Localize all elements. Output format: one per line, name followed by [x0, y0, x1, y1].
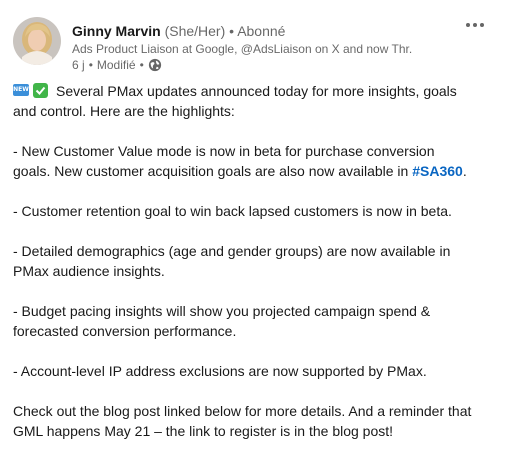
separator-dot: •: [139, 58, 144, 72]
paragraph-text: - New Customer Value mode is now in beta…: [13, 143, 435, 179]
post-paragraph: - Budget pacing insights will show you p…: [13, 303, 431, 339]
more-options-button[interactable]: [463, 15, 487, 35]
actor-name[interactable]: Ginny Marvin: [72, 23, 161, 39]
post-paragraph: - New Customer Value mode is now in beta…: [13, 141, 473, 181]
actor-header: Ginny Marvin (She/Her) • Abonné: [72, 22, 285, 40]
post-meta: 6 j • Modifié •: [72, 57, 162, 73]
actor-pronouns: (She/Her): [164, 23, 226, 39]
follow-status: Abonné: [237, 23, 286, 39]
post-text: NEW Several PMax updates announced today …: [13, 81, 473, 461]
globe-icon: [148, 58, 162, 72]
post-card: Ginny Marvin (She/Her) • Abonné Ads Prod…: [0, 0, 505, 447]
post-paragraph: - Customer retention goal to win back la…: [13, 203, 452, 219]
hashtag-link[interactable]: #SA360: [412, 163, 463, 179]
post-intro: NEW Several PMax updates announced today …: [13, 81, 473, 121]
intro-text: Several PMax updates announced today for…: [13, 83, 457, 119]
actor-description: Ads Product Liaison at Google, @AdsLiais…: [72, 42, 412, 56]
check-mark-icon: [33, 83, 48, 98]
paragraph-text: .: [462, 163, 467, 179]
separator-dot: •: [88, 58, 93, 72]
post-paragraph: - Detailed demographics (age and gender …: [13, 243, 451, 279]
separator-dot: •: [229, 23, 238, 39]
edited-label: Modifié: [96, 58, 136, 72]
post-paragraph: - Account-level IP address exclusions ar…: [13, 363, 427, 379]
post-time[interactable]: 6 j: [72, 57, 85, 73]
more-horizontal-icon: [466, 23, 484, 27]
post-paragraph: Check out the blog post linked below for…: [13, 403, 472, 439]
new-badge-icon: NEW: [13, 84, 29, 96]
avatar[interactable]: [13, 17, 61, 65]
